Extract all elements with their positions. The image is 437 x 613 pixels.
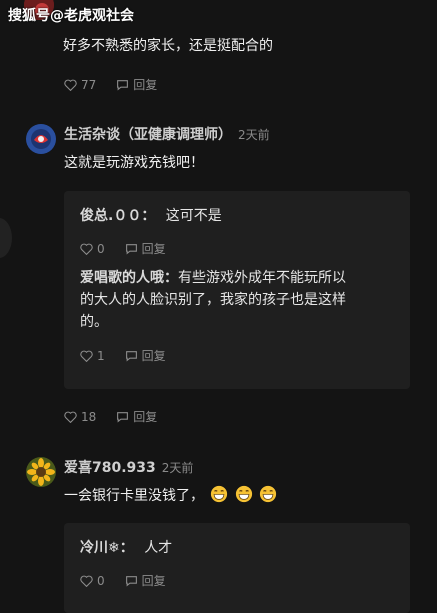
reply-icon <box>125 243 137 254</box>
reply-thread: 俊总.００： 这可不是 0 回复 爱唱歌的人哦：有些游戏外成年不能玩所以 的大人… <box>64 191 410 389</box>
reply-label: 回复 <box>133 78 158 92</box>
reply-text: 这可不是 <box>165 208 222 224</box>
reply-actions: 1 回复 <box>80 347 186 364</box>
avatar[interactable] <box>26 124 56 154</box>
comment-time: 2天前 <box>238 128 270 142</box>
avatar[interactable] <box>26 457 56 487</box>
reply-label: 回复 <box>141 349 166 363</box>
comment-actions: 77 回复 <box>64 76 177 93</box>
reply-button[interactable]: 回复 <box>116 76 157 93</box>
reply-icon <box>117 411 129 422</box>
like-button[interactable]: 0 <box>80 574 105 588</box>
comment-text: 一会银行卡里没钱了， <box>64 488 204 504</box>
reply-text-line: 有些游戏外成年不能玩所以 <box>178 270 346 286</box>
heart-icon <box>64 79 77 91</box>
like-button[interactable]: 1 <box>80 349 105 363</box>
reply-label: 回复 <box>141 574 166 588</box>
reply-actions: 0 回复 <box>80 240 186 257</box>
reply-author[interactable]: 爱唱歌的人哦： <box>80 270 178 286</box>
reply-label: 回复 <box>133 410 158 424</box>
reply-item: 爱唱歌的人哦：有些游戏外成年不能玩所以 的大人的人脸识别了，我家的孩子也是这样 … <box>80 267 396 333</box>
heart-icon <box>64 411 77 423</box>
watermark: 搜狐号@老虎观社会 <box>8 8 134 24</box>
comment-header: 爱喜780.933 2天前 <box>64 457 193 477</box>
reply-text: 人才 <box>144 540 173 556</box>
reply-author[interactable]: 俊总.００： <box>80 208 155 224</box>
reply-actions: 0 回复 <box>80 572 186 589</box>
reply-icon <box>125 575 137 586</box>
reply-item: 冷川❄： 人才 <box>80 537 172 559</box>
comment-author[interactable]: 生活杂谈（亚健康调理师） <box>64 124 232 144</box>
reply-button[interactable]: 回复 <box>116 408 157 425</box>
reply-button[interactable]: 回复 <box>125 347 166 364</box>
like-count: 1 <box>97 348 105 363</box>
comment-text-row: 一会银行卡里没钱了， <box>64 485 277 507</box>
reply-item: 俊总.００： 这可不是 <box>80 205 222 227</box>
reply-author[interactable]: 冷川❄： <box>80 540 134 556</box>
like-count: 0 <box>97 573 105 588</box>
comment-text: 好多不熟悉的家长，还是挺配合的 <box>63 38 273 54</box>
like-count: 0 <box>97 241 105 256</box>
comment-actions: 18 回复 <box>64 408 177 425</box>
reply-label: 回复 <box>141 242 166 256</box>
heart-icon <box>80 243 93 255</box>
grin-emoji-icon <box>260 485 277 503</box>
reply-text-line: 的大人的人脸识别了，我家的孩子也是这样 <box>80 292 346 308</box>
reply-icon <box>117 79 129 90</box>
like-button[interactable]: 18 <box>64 410 96 424</box>
grin-emoji-icon <box>211 485 228 503</box>
edge-handle <box>0 218 12 258</box>
grin-emoji-icon <box>235 485 253 503</box>
comment-time: 2天前 <box>161 461 194 475</box>
like-button[interactable]: 77 <box>64 78 96 92</box>
like-button[interactable]: 0 <box>80 242 105 256</box>
comment-header: 生活杂谈（亚健康调理师） 2天前 <box>64 124 270 144</box>
reply-button[interactable]: 回复 <box>125 240 166 257</box>
reply-icon <box>125 350 137 361</box>
heart-icon <box>80 575 93 587</box>
comment-text: 这就是玩游戏充钱吧！ <box>64 155 204 171</box>
like-count: 77 <box>81 77 97 92</box>
reply-text-line: 的。 <box>80 314 108 330</box>
like-count: 18 <box>81 409 97 424</box>
heart-icon <box>80 350 93 362</box>
reply-button[interactable]: 回复 <box>125 572 166 589</box>
comment-author[interactable]: 爱喜780.933 <box>64 457 156 477</box>
